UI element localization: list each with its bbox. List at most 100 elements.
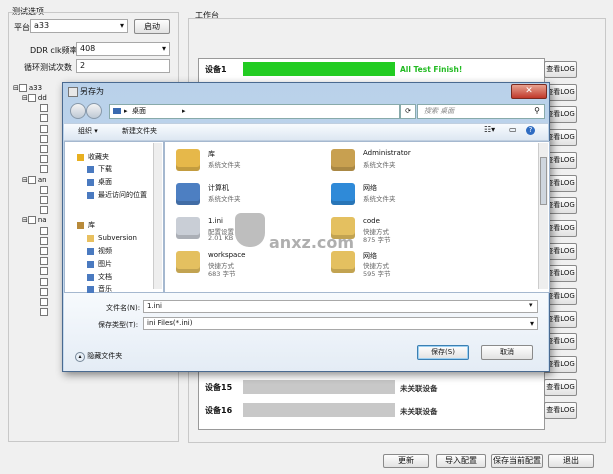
- address-bar[interactable]: ▸ 桌面 ▸: [109, 104, 400, 119]
- tree-item[interactable]: [40, 307, 50, 317]
- checkbox[interactable]: [27, 216, 36, 225]
- sidebar-item[interactable]: 桌面: [87, 176, 112, 188]
- start-button[interactable]: 启动: [134, 19, 170, 34]
- tree-item[interactable]: ⊟ dd: [22, 93, 47, 103]
- tree-item[interactable]: [40, 185, 50, 195]
- refresh-button[interactable]: 更新: [383, 454, 429, 468]
- checkbox[interactable]: [40, 134, 48, 143]
- tree-item[interactable]: [40, 236, 50, 246]
- shortcut-icon[interactable]: [176, 251, 200, 273]
- tree-item[interactable]: [40, 154, 50, 164]
- preview-pane-icon[interactable]: ▭: [509, 125, 517, 134]
- file-name[interactable]: 库: [208, 149, 215, 159]
- tree-item[interactable]: ⊟ na: [22, 215, 47, 225]
- checkbox[interactable]: [40, 226, 48, 235]
- filetype-select[interactable]: ini Files(*.ini): [143, 317, 538, 330]
- checkbox[interactable]: [40, 165, 48, 174]
- loop-count-input[interactable]: 2: [76, 59, 170, 73]
- file-name[interactable]: 1.ini: [208, 217, 223, 225]
- checkbox[interactable]: [40, 155, 48, 164]
- tree-item[interactable]: [40, 256, 50, 266]
- tree-item[interactable]: [40, 226, 50, 236]
- sidebar-item[interactable]: 库: [77, 219, 95, 231]
- sidebar-item[interactable]: Subversion: [87, 232, 137, 244]
- organize-button[interactable]: 组织 ▾: [78, 126, 98, 136]
- import-config-button[interactable]: 导入配置: [436, 454, 486, 468]
- checkbox[interactable]: [40, 185, 48, 194]
- tree-item[interactable]: [40, 205, 50, 215]
- library-folder-icon[interactable]: [176, 149, 200, 171]
- checkbox[interactable]: [40, 247, 48, 255]
- file-name[interactable]: 网络: [363, 183, 377, 193]
- shortcut-icon[interactable]: [331, 251, 355, 273]
- tree-item[interactable]: [40, 195, 50, 205]
- save-button[interactable]: 保存(S): [417, 345, 469, 360]
- sidebar-scrollbar[interactable]: [153, 143, 162, 289]
- hide-folders-toggle[interactable]: ▴ 隐藏文件夹: [75, 351, 122, 362]
- filename-input[interactable]: 1.ini: [143, 300, 538, 313]
- checkbox[interactable]: [27, 94, 36, 102]
- view-options-icon[interactable]: ☷▾: [484, 125, 495, 134]
- computer-icon[interactable]: [176, 183, 200, 205]
- tree-item[interactable]: [40, 103, 50, 113]
- checkbox[interactable]: [40, 124, 48, 133]
- checkbox[interactable]: [40, 308, 48, 317]
- file-name[interactable]: Administrator: [363, 149, 411, 157]
- checkbox[interactable]: [27, 175, 36, 184]
- sidebar-item[interactable]: 图片: [87, 258, 112, 270]
- checkbox[interactable]: [40, 236, 48, 245]
- network-icon[interactable]: [331, 183, 355, 205]
- tree-item[interactable]: [40, 164, 50, 174]
- help-icon[interactable]: ?: [526, 126, 535, 135]
- user-folder-icon[interactable]: [331, 149, 355, 171]
- refresh-path-button[interactable]: ⟳: [400, 104, 416, 119]
- tree-item[interactable]: [40, 277, 50, 287]
- ini-file-icon[interactable]: [176, 217, 200, 239]
- sidebar-item[interactable]: 最近访问的位置: [87, 189, 147, 201]
- search-box[interactable]: 搜索 桌面 ⚲: [417, 104, 545, 119]
- tree-root[interactable]: ⊟ a33: [13, 83, 42, 93]
- desktop-icon: [87, 178, 94, 186]
- sidebar-item[interactable]: 收藏夹: [77, 151, 109, 163]
- tree-item[interactable]: ⊟ an: [22, 175, 47, 185]
- view-log-button[interactable]: 查看LOG: [544, 401, 577, 419]
- checkbox[interactable]: [40, 298, 48, 306]
- platform-select[interactable]: a33: [30, 19, 128, 33]
- save-current-config-button[interactable]: 保存当前配置: [491, 454, 543, 468]
- music-icon: [87, 285, 94, 293]
- exit-button[interactable]: 退出: [548, 454, 594, 468]
- checkbox[interactable]: [40, 267, 48, 276]
- cancel-button[interactable]: 取消: [481, 345, 533, 360]
- new-folder-button[interactable]: 新建文件夹: [122, 126, 157, 136]
- checkbox[interactable]: [40, 145, 48, 153]
- file-name[interactable]: workspace: [208, 251, 245, 259]
- sidebar-item[interactable]: 文档: [87, 271, 112, 283]
- checkbox[interactable]: [40, 287, 48, 296]
- tree-item[interactable]: [40, 297, 50, 307]
- checkbox[interactable]: [40, 196, 48, 204]
- tree-item[interactable]: [40, 124, 50, 134]
- tree-item[interactable]: [40, 246, 50, 256]
- tree-item[interactable]: [40, 266, 50, 276]
- tree-item[interactable]: [40, 144, 50, 154]
- tree-item[interactable]: [40, 113, 50, 123]
- file-name[interactable]: 计算机: [208, 183, 229, 193]
- tree-item[interactable]: [40, 287, 50, 297]
- file-scroll-thumb[interactable]: [540, 157, 547, 205]
- dialog-close-button[interactable]: ✕: [511, 84, 547, 99]
- checkbox[interactable]: [40, 114, 48, 123]
- sidebar-item[interactable]: 下载: [87, 163, 112, 175]
- tree-item[interactable]: [40, 134, 50, 144]
- checkbox[interactable]: [40, 206, 48, 215]
- checkbox[interactable]: [40, 104, 48, 113]
- view-log-button[interactable]: 查看LOG: [544, 61, 577, 78]
- file-scrollbar[interactable]: [538, 143, 548, 289]
- ddr-select[interactable]: 408: [76, 42, 170, 56]
- view-log-button[interactable]: 查看LOG: [544, 378, 577, 396]
- back-button[interactable]: [70, 103, 86, 119]
- file-name[interactable]: code: [363, 217, 380, 225]
- forward-button[interactable]: [86, 103, 102, 119]
- checkbox[interactable]: [40, 257, 48, 266]
- sidebar-item[interactable]: 视频: [87, 245, 112, 257]
- checkbox[interactable]: [40, 277, 48, 286]
